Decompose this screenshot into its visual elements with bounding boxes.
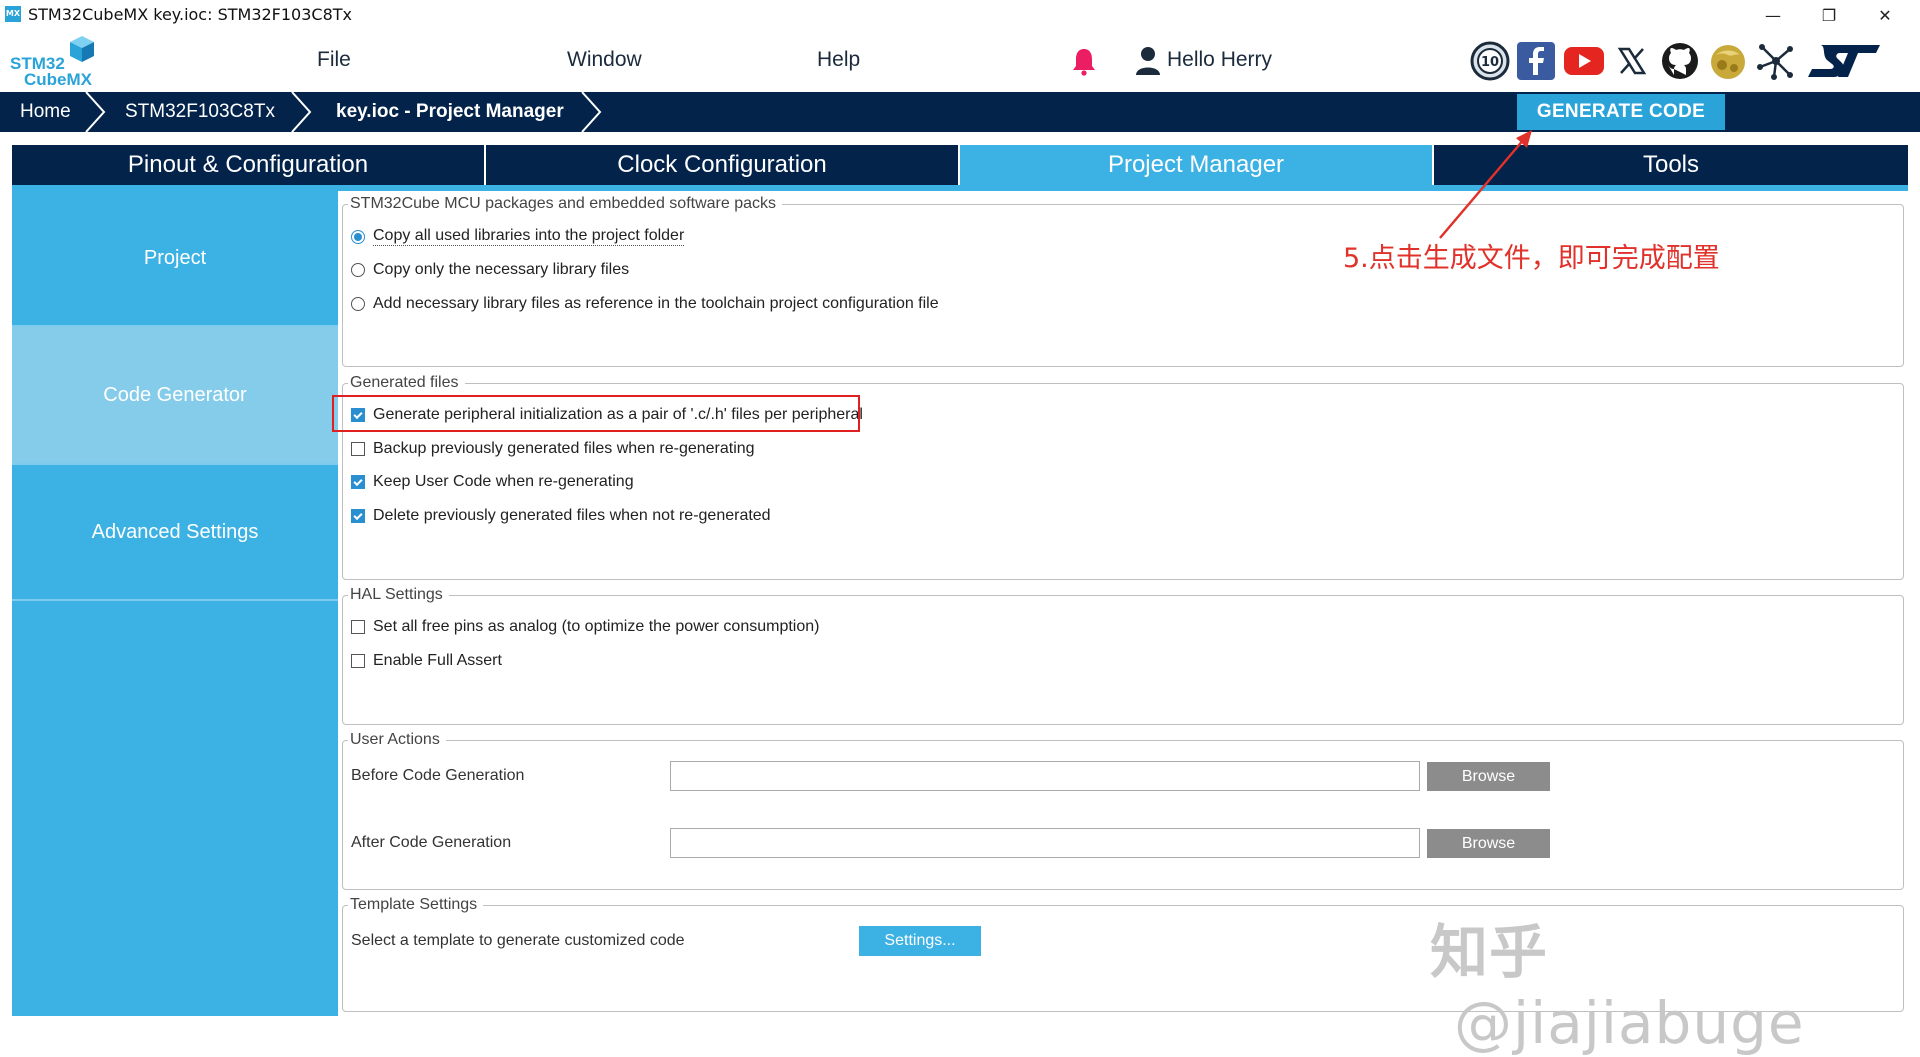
option-enable-full-assert[interactable]: Enable Full Assert: [351, 652, 502, 670]
option-label: Enable Full Assert: [373, 652, 502, 669]
after-code-generation-label: After Code Generation: [351, 834, 512, 851]
before-code-generation-label: Before Code Generation: [351, 767, 525, 784]
annotation-highlight-box: [332, 395, 860, 432]
close-button[interactable]: ✕: [1857, 0, 1913, 30]
watermark-site: 知乎: [1430, 918, 1549, 986]
before-code-generation-input[interactable]: [670, 761, 1420, 791]
breadcrumb-home[interactable]: Home: [20, 92, 71, 132]
breadcrumb: Home STM32F103C8Tx key.ioc - Project Man…: [0, 92, 1920, 132]
sidebar: Project Code Generator Advanced Settings: [12, 191, 338, 1016]
community-icon[interactable]: [1707, 40, 1749, 82]
group-legend: HAL Settings: [348, 586, 449, 604]
group-legend: Generated files: [348, 374, 465, 392]
browse-before-button[interactable]: Browse: [1427, 762, 1550, 791]
svg-text:10: 10: [1481, 55, 1499, 70]
sidebar-item-code-generator[interactable]: Code Generator: [12, 327, 338, 465]
breadcrumb-project[interactable]: key.ioc - Project Manager: [336, 92, 564, 132]
template-settings-button[interactable]: Settings...: [859, 926, 981, 956]
sidebar-item-label: Project: [143, 246, 207, 269]
st-logo-icon[interactable]: [1805, 40, 1883, 82]
checkbox-checked[interactable]: [351, 475, 365, 489]
annotation-text: 5.点击生成文件，即可完成配置: [1343, 243, 1720, 274]
option-label: Set all free pins as analog (to optimize…: [373, 618, 820, 635]
radio-unselected[interactable]: [351, 263, 365, 277]
minimize-button[interactable]: —: [1745, 0, 1801, 30]
user-greeting: Hello Herry: [1167, 48, 1273, 71]
option-label: Backup previously generated files when r…: [373, 440, 755, 457]
chevron-right-icon: [581, 92, 602, 132]
option-label: Keep User Code when re-generating: [373, 473, 634, 490]
radio-unselected[interactable]: [351, 297, 365, 311]
x-icon[interactable]: [1611, 40, 1653, 82]
sidebar-item-advanced-settings[interactable]: Advanced Settings: [12, 465, 338, 601]
checkbox-unchecked[interactable]: [351, 442, 365, 456]
option-label: Add necessary library files as reference…: [373, 295, 939, 312]
option-label: Copy all used libraries into the project…: [373, 227, 685, 246]
browse-after-button[interactable]: Browse: [1427, 829, 1550, 858]
checkbox-checked[interactable]: [351, 509, 365, 523]
github-icon[interactable]: [1659, 40, 1701, 82]
checkbox-unchecked[interactable]: [351, 654, 365, 668]
restore-button[interactable]: ❐: [1801, 0, 1857, 30]
option-label: Copy only the necessary library files: [373, 261, 630, 278]
network-icon[interactable]: [1755, 40, 1797, 82]
window-title: STM32CubeMX key.ioc: STM32F103C8Tx: [28, 5, 353, 24]
tab-clock-configuration[interactable]: Clock Configuration: [486, 145, 960, 185]
user-actions-group: User Actions Before Code Generation Brow…: [342, 731, 1904, 890]
option-free-pins-analog[interactable]: Set all free pins as analog (to optimize…: [351, 618, 819, 636]
chevron-right-icon: [85, 92, 106, 132]
chevron-right-icon: [291, 92, 312, 132]
tab-project-manager[interactable]: Project Manager: [960, 145, 1434, 185]
app-icon: MX: [5, 6, 21, 22]
title-bar: MX STM32CubeMX key.ioc: STM32F103C8Tx — …: [0, 0, 1920, 30]
user-menu[interactable]: Hello Herry: [1135, 45, 1272, 75]
watermark-handle: @jiajiabuge: [1454, 989, 1805, 1057]
sidebar-item-label: Code Generator: [103, 383, 247, 406]
radio-selected[interactable]: [351, 229, 365, 244]
option-add-libraries-as-reference[interactable]: Add necessary library files as reference…: [351, 295, 939, 313]
template-settings-label: Select a template to generate customized…: [351, 932, 685, 949]
sidebar-item-project[interactable]: Project: [12, 191, 338, 327]
group-legend: User Actions: [348, 731, 446, 749]
main-tabs: Pinout & Configuration Clock Configurati…: [12, 145, 1908, 185]
mcu-packages-group: STM32Cube MCU packages and embedded soft…: [342, 195, 1904, 367]
user-icon: [1136, 47, 1160, 75]
logo-text-cubemx: CubeMX: [24, 70, 92, 89]
menu-help[interactable]: Help: [817, 48, 860, 72]
option-delete-generated-files[interactable]: Delete previously generated files when n…: [351, 507, 771, 525]
option-label: Delete previously generated files when n…: [373, 507, 771, 524]
option-keep-user-code[interactable]: Keep User Code when re-generating: [351, 473, 634, 491]
sidebar-item-label: Advanced Settings: [91, 520, 259, 543]
option-copy-necessary-libraries[interactable]: Copy only the necessary library files: [351, 261, 629, 279]
checkbox-unchecked[interactable]: [351, 620, 365, 634]
menu-bar: STM32 CubeMX File Window Help Hello Herr…: [0, 30, 1920, 92]
facebook-icon[interactable]: [1515, 40, 1557, 82]
menu-file[interactable]: File: [317, 48, 351, 72]
tab-pinout-configuration[interactable]: Pinout & Configuration: [12, 145, 486, 185]
after-code-generation-input[interactable]: [670, 828, 1420, 858]
stm32cubemx-logo: STM32 CubeMX: [10, 34, 100, 89]
hal-settings-group: HAL Settings Set all free pins as analog…: [342, 586, 1904, 725]
menu-window[interactable]: Window: [567, 48, 642, 72]
option-copy-all-libraries[interactable]: Copy all used libraries into the project…: [351, 227, 685, 246]
group-legend: STM32Cube MCU packages and embedded soft…: [348, 195, 782, 213]
anniversary-10-icon[interactable]: 10: [1469, 40, 1511, 82]
breadcrumb-mcu[interactable]: STM32F103C8Tx: [125, 92, 275, 132]
option-backup-generated-files[interactable]: Backup previously generated files when r…: [351, 440, 755, 458]
youtube-icon[interactable]: [1563, 40, 1605, 82]
annotation-arrow: [1439, 130, 1532, 239]
bell-icon[interactable]: [1070, 46, 1098, 76]
watermark: 知乎@jiajiabuge: [1430, 905, 1920, 1057]
group-legend: Template Settings: [348, 896, 484, 914]
